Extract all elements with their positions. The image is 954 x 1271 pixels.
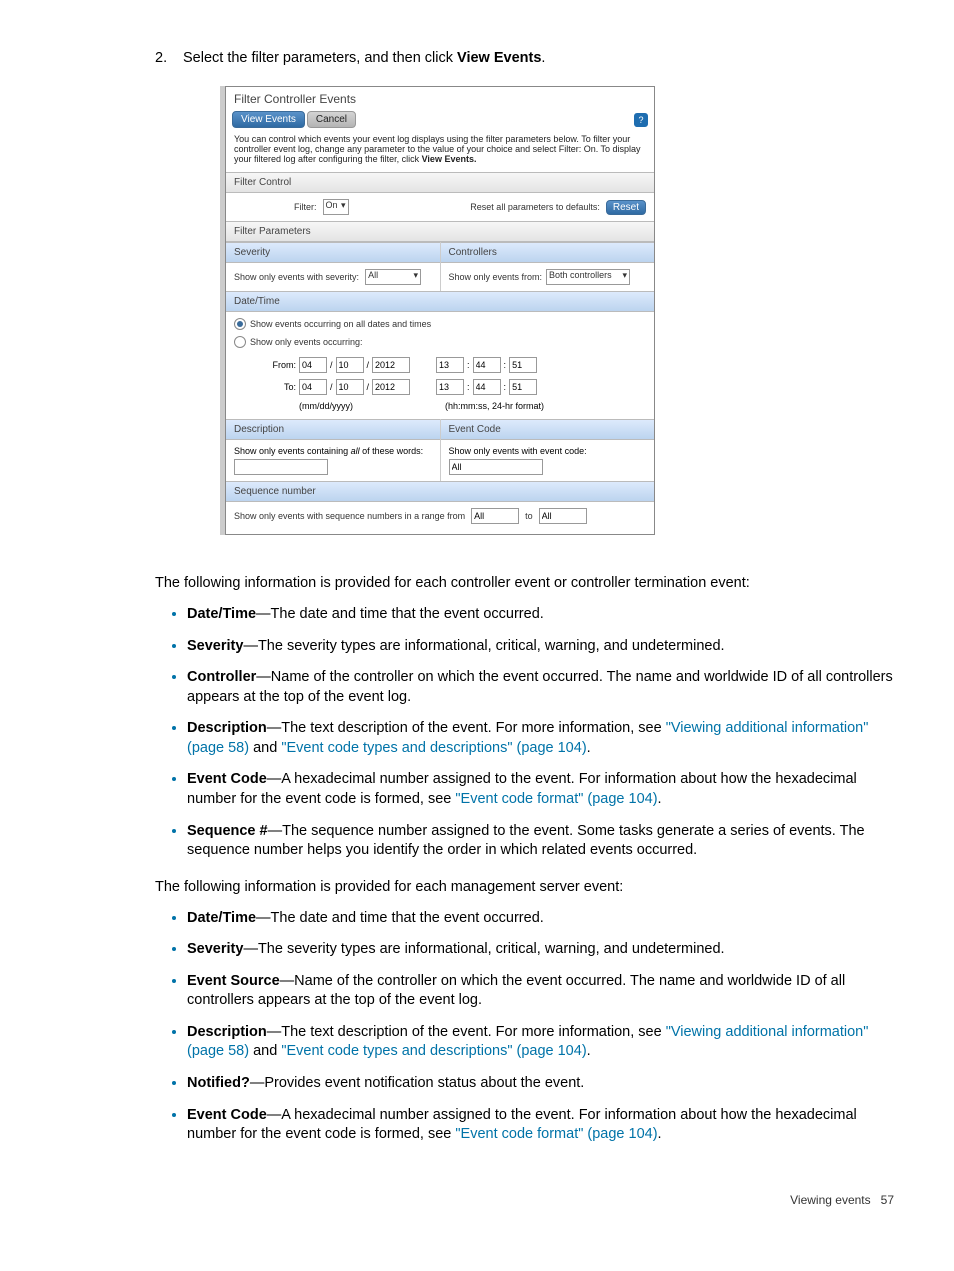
filter-parameters-header: Filter Parameters xyxy=(226,221,654,242)
radio-range-dates-label: Show only events occurring: xyxy=(250,337,363,347)
reset-label: Reset all parameters to defaults: xyxy=(470,202,600,212)
sequence-to-label: to xyxy=(525,511,533,521)
step-line: 2. Select the filter parameters, and the… xyxy=(155,50,894,66)
filter-dialog: Filter Controller Events View Events Can… xyxy=(225,86,894,535)
link-event-code-format[interactable]: "Event code format" (page 104) xyxy=(455,1126,657,1142)
filter-select[interactable]: On▾ xyxy=(323,199,349,215)
from-mi[interactable] xyxy=(473,357,501,373)
list-item: Description—The text description of the … xyxy=(187,717,894,758)
to-yyyy[interactable] xyxy=(372,379,410,395)
page-footer: Viewing events 57 xyxy=(155,1163,894,1207)
description-label: Show only events containing all of these… xyxy=(234,446,423,456)
description-header: Description xyxy=(226,419,440,440)
list-item: Event Source—Name of the controller on w… xyxy=(187,970,894,1011)
filter-control-header: Filter Control xyxy=(226,172,654,193)
list-item: Notified?—Provides event notification st… xyxy=(187,1072,894,1094)
list-item: Description—The text description of the … xyxy=(187,1021,894,1062)
datetime-header: Date/Time xyxy=(226,291,654,312)
severity-header: Severity xyxy=(226,242,440,263)
list-item: Date/Time—The date and time that the eve… xyxy=(187,907,894,929)
to-ss[interactable] xyxy=(509,379,537,395)
list-item: Severity—The severity types are informat… xyxy=(187,635,894,657)
time-format-hint: (hh:mm:ss, 24-hr format) xyxy=(445,401,544,411)
radio-all-dates-label: Show events occurring on all dates and t… xyxy=(250,319,431,329)
intro-bold: View Events. xyxy=(422,154,477,164)
to-mm[interactable] xyxy=(299,379,327,395)
chevron-down-icon: ▾ xyxy=(414,270,419,281)
description-input[interactable] xyxy=(234,459,328,475)
list-item: Date/Time—The date and time that the eve… xyxy=(187,603,894,625)
from-dd[interactable] xyxy=(336,357,364,373)
footer-label: Viewing events xyxy=(790,1193,871,1207)
list-item: Event Code—A hexadecimal number assigned… xyxy=(187,1104,894,1145)
link-event-code-types[interactable]: "Event code types and descriptions" (pag… xyxy=(281,1043,586,1059)
chevron-down-icon: ▾ xyxy=(341,200,346,211)
sequence-label: Show only events with sequence numbers i… xyxy=(234,511,465,521)
controllers-select[interactable]: Both controllers ▾ xyxy=(546,269,630,285)
eventcode-label: Show only events with event code: xyxy=(449,446,587,456)
step-bold: View Events xyxy=(457,50,541,66)
dialog-intro: You can control which events your event … xyxy=(226,128,654,172)
para-server-events: The following information is provided fo… xyxy=(155,879,894,895)
from-label: From: xyxy=(266,360,296,370)
to-dd[interactable] xyxy=(336,379,364,395)
sequence-from-input[interactable] xyxy=(471,508,519,524)
eventcode-header: Event Code xyxy=(441,419,655,440)
step-prefix: Select the filter parameters, and then c… xyxy=(183,50,457,66)
controllers-label: Show only events from: xyxy=(449,272,543,282)
list-item: Controller—Name of the controller on whi… xyxy=(187,666,894,707)
dialog-title: Filter Controller Events xyxy=(226,87,654,111)
severity-value: All xyxy=(368,270,378,280)
radio-all-dates[interactable] xyxy=(234,318,246,330)
severity-select[interactable]: All ▾ xyxy=(365,269,421,285)
list-item: Sequence #—The sequence number assigned … xyxy=(187,820,894,861)
list-item: Severity—The severity types are informat… xyxy=(187,938,894,960)
chevron-down-icon: ▾ xyxy=(623,270,628,281)
step-suffix: . xyxy=(541,50,545,66)
from-mm[interactable] xyxy=(299,357,327,373)
view-events-button[interactable]: View Events xyxy=(232,111,305,128)
controllers-value: Both controllers xyxy=(549,270,612,280)
help-icon[interactable]: ? xyxy=(634,113,648,127)
filter-label: Filter: xyxy=(294,202,317,212)
to-hh[interactable] xyxy=(436,379,464,395)
sequence-header: Sequence number xyxy=(226,481,654,502)
reset-button[interactable]: Reset xyxy=(606,200,646,215)
step-text: Select the filter parameters, and then c… xyxy=(183,50,545,66)
from-yyyy[interactable] xyxy=(372,357,410,373)
cancel-button[interactable]: Cancel xyxy=(307,111,356,128)
date-format-hint: (mm/dd/yyyy) xyxy=(299,401,399,411)
severity-label: Show only events with severity: xyxy=(234,272,359,282)
step-number: 2. xyxy=(155,50,183,66)
to-mi[interactable] xyxy=(473,379,501,395)
from-hh[interactable] xyxy=(436,357,464,373)
controller-event-bullets: Date/Time—The date and time that the eve… xyxy=(155,603,894,861)
from-ss[interactable] xyxy=(509,357,537,373)
filter-value: On xyxy=(326,200,338,210)
controllers-header: Controllers xyxy=(441,242,655,263)
para-controller-events: The following information is provided fo… xyxy=(155,575,894,591)
radio-range-dates[interactable] xyxy=(234,336,246,348)
sequence-to-input[interactable] xyxy=(539,508,587,524)
list-item: Event Code—A hexadecimal number assigned… xyxy=(187,768,894,809)
link-event-code-format[interactable]: "Event code format" (page 104) xyxy=(455,791,657,807)
eventcode-input[interactable] xyxy=(449,459,543,475)
to-label: To: xyxy=(266,382,296,392)
link-event-code-types[interactable]: "Event code types and descriptions" (pag… xyxy=(281,740,586,756)
server-event-bullets: Date/Time—The date and time that the eve… xyxy=(155,907,894,1145)
footer-page: 57 xyxy=(881,1193,894,1207)
